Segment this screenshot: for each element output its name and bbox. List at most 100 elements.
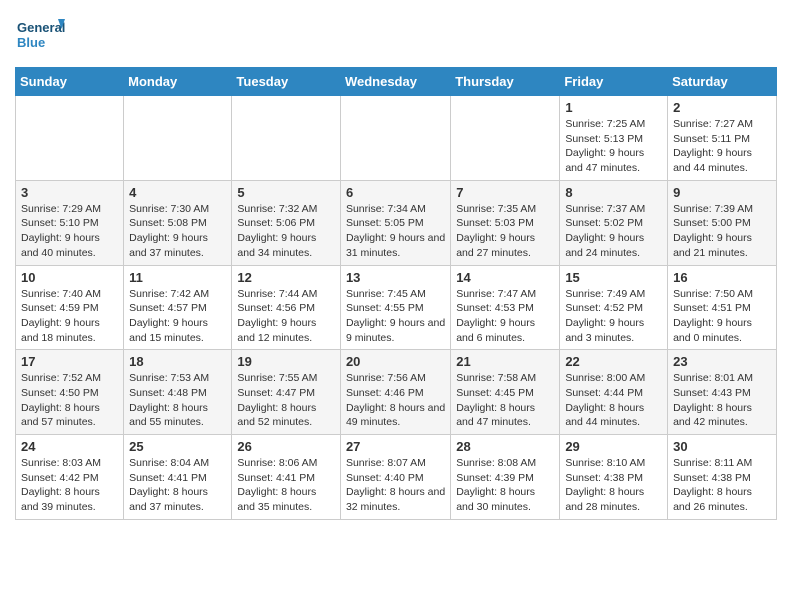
- day-info: Sunrise: 7:44 AM Sunset: 4:56 PM Dayligh…: [237, 287, 335, 346]
- calendar-cell: 9 Sunrise: 7:39 AM Sunset: 5:00 PM Daylig…: [668, 180, 777, 265]
- calendar-cell: 19Sunrise: 7:55 AM Sunset: 4:47 PM Dayli…: [232, 350, 341, 435]
- calendar-cell: 25 Sunrise: 8:04 AM Sunset: 4:41 PM Dayli…: [124, 435, 232, 520]
- day-info: Sunrise: 7:56 AM Sunset: 4:46 PM Dayligh…: [346, 371, 445, 430]
- day-info: Sunrise: 8:08 AM Sunset: 4:39 PM Dayligh…: [456, 456, 554, 515]
- page: General Blue SundayMondayTuesdayWednesda…: [0, 0, 792, 535]
- calendar-cell: 18 Sunrise: 7:53 AM Sunset: 4:48 PM Dayli…: [124, 350, 232, 435]
- calendar-cell: [451, 96, 560, 181]
- day-number: 20: [346, 354, 445, 369]
- calendar-cell: 4Sunrise: 7:30 AM Sunset: 5:08 PM Daylig…: [124, 180, 232, 265]
- week-row-3: 10Sunrise: 7:40 AM Sunset: 4:59 PM Dayli…: [16, 265, 777, 350]
- day-info: Sunrise: 8:07 AM Sunset: 4:40 PM Dayligh…: [346, 456, 445, 515]
- day-number: 25: [129, 439, 226, 454]
- header-tuesday: Tuesday: [232, 68, 341, 96]
- calendar-cell: 2 Sunrise: 7:27 AM Sunset: 5:11 PM Daylig…: [668, 96, 777, 181]
- day-info: Sunrise: 8:04 AM Sunset: 4:41 PM Dayligh…: [129, 456, 226, 515]
- day-number: 9: [673, 185, 771, 200]
- calendar-cell: 28Sunrise: 8:08 AM Sunset: 4:39 PM Dayli…: [451, 435, 560, 520]
- day-info: Sunrise: 7:45 AM Sunset: 4:55 PM Dayligh…: [346, 287, 445, 346]
- calendar-cell: 29 Sunrise: 8:10 AM Sunset: 4:38 PM Dayli…: [560, 435, 668, 520]
- day-info: Sunrise: 7:25 AM Sunset: 5:13 PM Dayligh…: [565, 117, 662, 176]
- header: General Blue: [15, 15, 777, 57]
- calendar-cell: [124, 96, 232, 181]
- day-info: Sunrise: 7:27 AM Sunset: 5:11 PM Dayligh…: [673, 117, 771, 176]
- calendar-cell: 15 Sunrise: 7:49 AM Sunset: 4:52 PM Dayli…: [560, 265, 668, 350]
- day-info: Sunrise: 8:00 AM Sunset: 4:44 PM Dayligh…: [565, 371, 662, 430]
- calendar-header-row: SundayMondayTuesdayWednesdayThursdayFrid…: [16, 68, 777, 96]
- day-number: 27: [346, 439, 445, 454]
- day-number: 18: [129, 354, 226, 369]
- week-row-2: 3 Sunrise: 7:29 AM Sunset: 5:10 PM Daylig…: [16, 180, 777, 265]
- day-info: Sunrise: 7:34 AM Sunset: 5:05 PM Dayligh…: [346, 202, 445, 261]
- logo: General Blue: [15, 15, 65, 57]
- header-thursday: Thursday: [451, 68, 560, 96]
- calendar-cell: [340, 96, 450, 181]
- calendar-cell: 12 Sunrise: 7:44 AM Sunset: 4:56 PM Dayli…: [232, 265, 341, 350]
- day-number: 30: [673, 439, 771, 454]
- day-info: Sunrise: 7:32 AM Sunset: 5:06 PM Dayligh…: [237, 202, 335, 261]
- calendar-cell: 8 Sunrise: 7:37 AM Sunset: 5:02 PM Daylig…: [560, 180, 668, 265]
- day-number: 1: [565, 100, 662, 115]
- calendar-cell: 27 Sunrise: 8:07 AM Sunset: 4:40 PM Dayli…: [340, 435, 450, 520]
- day-number: 10: [21, 270, 118, 285]
- day-number: 11: [129, 270, 226, 285]
- day-info: Sunrise: 7:29 AM Sunset: 5:10 PM Dayligh…: [21, 202, 118, 261]
- week-row-5: 24 Sunrise: 8:03 AM Sunset: 4:42 PM Dayli…: [16, 435, 777, 520]
- calendar-cell: 13Sunrise: 7:45 AM Sunset: 4:55 PM Dayli…: [340, 265, 450, 350]
- calendar-cell: 23Sunrise: 8:01 AM Sunset: 4:43 PM Dayli…: [668, 350, 777, 435]
- calendar-cell: 17 Sunrise: 7:52 AM Sunset: 4:50 PM Dayli…: [16, 350, 124, 435]
- calendar-cell: 14Sunrise: 7:47 AM Sunset: 4:53 PM Dayli…: [451, 265, 560, 350]
- header-wednesday: Wednesday: [340, 68, 450, 96]
- calendar-cell: 7 Sunrise: 7:35 AM Sunset: 5:03 PM Daylig…: [451, 180, 560, 265]
- day-info: Sunrise: 7:39 AM Sunset: 5:00 PM Dayligh…: [673, 202, 771, 261]
- day-info: Sunrise: 8:06 AM Sunset: 4:41 PM Dayligh…: [237, 456, 335, 515]
- day-number: 17: [21, 354, 118, 369]
- calendar-cell: 22Sunrise: 8:00 AM Sunset: 4:44 PM Dayli…: [560, 350, 668, 435]
- day-info: Sunrise: 8:11 AM Sunset: 4:38 PM Dayligh…: [673, 456, 771, 515]
- calendar-cell: 21 Sunrise: 7:58 AM Sunset: 4:45 PM Dayli…: [451, 350, 560, 435]
- day-info: Sunrise: 7:50 AM Sunset: 4:51 PM Dayligh…: [673, 287, 771, 346]
- svg-text:Blue: Blue: [17, 35, 45, 50]
- header-monday: Monday: [124, 68, 232, 96]
- calendar-cell: 10Sunrise: 7:40 AM Sunset: 4:59 PM Dayli…: [16, 265, 124, 350]
- day-number: 2: [673, 100, 771, 115]
- calendar-cell: [232, 96, 341, 181]
- calendar-cell: 6 Sunrise: 7:34 AM Sunset: 5:05 PM Daylig…: [340, 180, 450, 265]
- svg-text:General: General: [17, 20, 65, 35]
- day-info: Sunrise: 8:03 AM Sunset: 4:42 PM Dayligh…: [21, 456, 118, 515]
- day-number: 8: [565, 185, 662, 200]
- header-saturday: Saturday: [668, 68, 777, 96]
- day-info: Sunrise: 8:10 AM Sunset: 4:38 PM Dayligh…: [565, 456, 662, 515]
- day-number: 12: [237, 270, 335, 285]
- day-number: 15: [565, 270, 662, 285]
- day-info: Sunrise: 7:53 AM Sunset: 4:48 PM Dayligh…: [129, 371, 226, 430]
- calendar-cell: 24 Sunrise: 8:03 AM Sunset: 4:42 PM Dayli…: [16, 435, 124, 520]
- calendar-cell: 11Sunrise: 7:42 AM Sunset: 4:57 PM Dayli…: [124, 265, 232, 350]
- day-number: 21: [456, 354, 554, 369]
- day-info: Sunrise: 7:37 AM Sunset: 5:02 PM Dayligh…: [565, 202, 662, 261]
- day-number: 7: [456, 185, 554, 200]
- day-info: Sunrise: 7:47 AM Sunset: 4:53 PM Dayligh…: [456, 287, 554, 346]
- day-info: Sunrise: 7:35 AM Sunset: 5:03 PM Dayligh…: [456, 202, 554, 261]
- day-number: 5: [237, 185, 335, 200]
- day-info: Sunrise: 7:52 AM Sunset: 4:50 PM Dayligh…: [21, 371, 118, 430]
- day-number: 3: [21, 185, 118, 200]
- header-friday: Friday: [560, 68, 668, 96]
- day-number: 24: [21, 439, 118, 454]
- day-info: Sunrise: 7:58 AM Sunset: 4:45 PM Dayligh…: [456, 371, 554, 430]
- day-number: 4: [129, 185, 226, 200]
- calendar-cell: 30 Sunrise: 8:11 AM Sunset: 4:38 PM Dayli…: [668, 435, 777, 520]
- calendar: SundayMondayTuesdayWednesdayThursdayFrid…: [15, 67, 777, 520]
- week-row-1: 1 Sunrise: 7:25 AM Sunset: 5:13 PM Daylig…: [16, 96, 777, 181]
- header-sunday: Sunday: [16, 68, 124, 96]
- calendar-cell: 26 Sunrise: 8:06 AM Sunset: 4:41 PM Dayli…: [232, 435, 341, 520]
- calendar-cell: 1 Sunrise: 7:25 AM Sunset: 5:13 PM Daylig…: [560, 96, 668, 181]
- logo-svg: General Blue: [15, 15, 65, 57]
- day-info: Sunrise: 7:49 AM Sunset: 4:52 PM Dayligh…: [565, 287, 662, 346]
- calendar-cell: [16, 96, 124, 181]
- day-number: 29: [565, 439, 662, 454]
- day-info: Sunrise: 8:01 AM Sunset: 4:43 PM Dayligh…: [673, 371, 771, 430]
- day-number: 26: [237, 439, 335, 454]
- week-row-4: 17 Sunrise: 7:52 AM Sunset: 4:50 PM Dayli…: [16, 350, 777, 435]
- day-number: 6: [346, 185, 445, 200]
